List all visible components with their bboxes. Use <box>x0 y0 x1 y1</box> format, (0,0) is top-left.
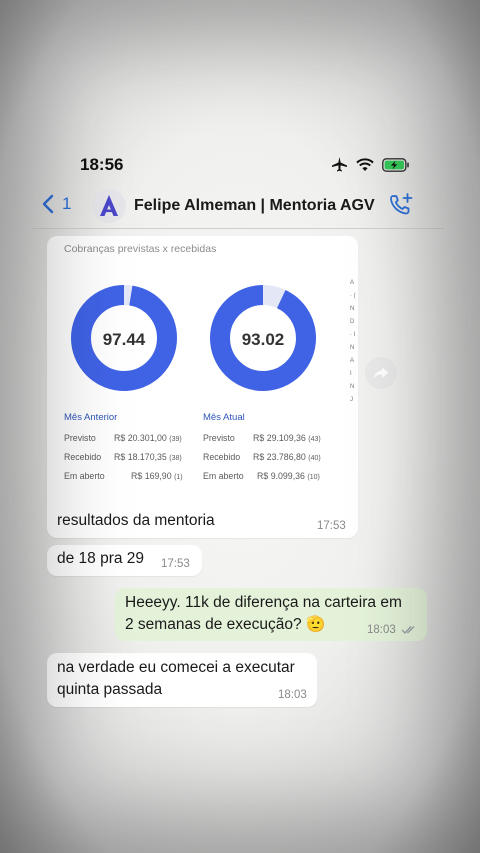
gauge-value-previous: 97.44 <box>102 330 146 349</box>
current-row-recebido: Recebido R$ 23.786,80 (40) <box>203 452 321 462</box>
message-time: 17:53 <box>161 558 190 570</box>
current-row-em-aberto: Em aberto R$ 9.099,36 (10) <box>203 471 320 481</box>
current-month-heading: Mês Atual <box>203 412 245 423</box>
status-icons <box>331 157 410 172</box>
unread-count: 1 <box>62 194 72 213</box>
message-text: de 18 pra 29 <box>57 550 145 567</box>
message-time: 18:03 <box>278 689 307 701</box>
message-text-line2: 2 semanas de execução? 🫡 <box>125 616 326 633</box>
wifi-icon <box>356 157 374 171</box>
previous-row-recebido: Recebido R$ 18.170,35 (38) <box>64 452 182 462</box>
message-text-line1: na verdade eu comecei a executar <box>57 659 295 676</box>
status-time: 18:56 <box>80 155 124 174</box>
cropped-side-text: A · ( N D · I N A I N J <box>350 280 356 403</box>
battery-charging-icon <box>382 157 409 172</box>
message-time: 18:03 <box>367 624 396 636</box>
status-bar: 18:56 <box>0 153 480 177</box>
phone-screen: 18:56 1 Felipe Almeman | Mentoria AGV Co… <box>0 0 480 853</box>
avatar[interactable] <box>92 189 126 223</box>
previous-row-em-aberto: Em aberto R$ 169,90 (1) <box>64 471 183 481</box>
message-text-line2: quinta passada <box>57 681 163 698</box>
message-text-line1: Heeeyy. 11k de diferença na carteira em <box>125 594 402 611</box>
current-row-previsto: Previsto R$ 29.109,36 (43) <box>203 433 321 443</box>
image-caption: resultados da mentoria <box>57 512 215 529</box>
message-bubble[interactable]: na verdade eu comecei a executar quinta … <box>47 653 317 707</box>
read-receipt-icon <box>401 626 415 635</box>
agv-logo-icon <box>100 195 118 216</box>
back-button[interactable]: 1 <box>42 194 71 214</box>
airplane-icon <box>332 157 347 172</box>
chevron-left-icon <box>42 194 54 214</box>
previous-row-previsto: Previsto R$ 20.301,00 (39) <box>64 433 182 443</box>
image-message[interactable]: Cobranças previstas x recebidas 97.44 93… <box>47 236 358 538</box>
previous-month-heading: Mês Anterior <box>64 412 118 423</box>
message-time: 17:53 <box>317 520 346 532</box>
card-title: Cobranças previstas x recebidas <box>64 243 217 255</box>
forward-button[interactable] <box>365 357 397 389</box>
contact-name[interactable]: Felipe Almeman | Mentoria AGV <box>134 197 375 215</box>
chat-header: 1 Felipe Almeman | Mentoria AGV <box>32 188 444 229</box>
add-call-button[interactable] <box>388 192 414 223</box>
gauge-value-current: 93.02 <box>241 330 285 349</box>
phone-add-icon <box>390 193 413 215</box>
outgoing-message-bubble[interactable]: Heeeyy. 11k de diferença na carteira em … <box>115 588 427 641</box>
forward-icon <box>374 367 388 379</box>
message-bubble[interactable]: de 18 pra 29 17:53 <box>47 545 202 576</box>
